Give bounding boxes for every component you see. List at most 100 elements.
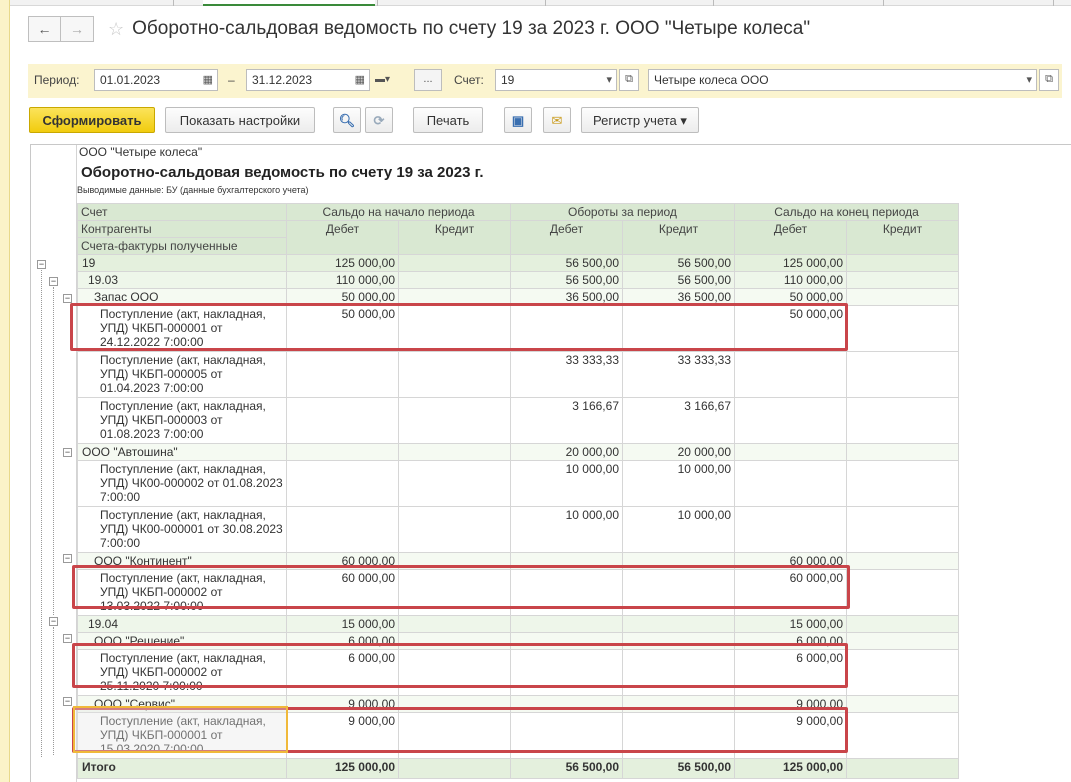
amount-cell-ob-d[interactable]: 15 000,00 <box>286 615 399 633</box>
amount-cell-t-d[interactable] <box>510 695 623 713</box>
amount-cell-t-d[interactable] <box>510 615 623 633</box>
chevron-down-icon[interactable]: ▾ <box>1026 73 1032 86</box>
row-name-cell[interactable]: Поступление (акт, накладная, УПД) ЧК00-0… <box>77 506 287 553</box>
amount-cell-cb-d[interactable]: 9 000,00 <box>734 695 847 713</box>
row-name-cell[interactable]: ООО "Континент" <box>77 552 287 570</box>
amount-cell-cb-c[interactable] <box>846 351 959 398</box>
amount-cell-cb-c[interactable] <box>846 288 959 306</box>
amount-cell-ob-c[interactable] <box>398 254 511 272</box>
amount-cell-ob-d[interactable] <box>286 351 399 398</box>
amount-cell-ob-c[interactable] <box>398 552 511 570</box>
document-row[interactable]: Поступление (акт, накладная, УПД) ЧКБП-0… <box>77 397 959 444</box>
amount-cell-ob-c[interactable] <box>398 695 511 713</box>
amount-cell-cb-d[interactable] <box>734 460 847 507</box>
amount-cell-cb-d[interactable]: 9 000,00 <box>734 712 847 759</box>
amount-cell-cb-c[interactable] <box>846 695 959 713</box>
amount-cell-cb-d[interactable]: 50 000,00 <box>734 288 847 306</box>
group-row[interactable]: 19.04 15 000,00 15 000,00 <box>77 615 959 633</box>
group-row[interactable]: Запас ООО 50 000,00 36 500,00 36 500,00 50 0… <box>77 288 959 306</box>
collapse-icon[interactable]: − <box>63 697 72 706</box>
document-row[interactable]: Поступление (акт, накладная, УПД) ЧКБП-0… <box>77 305 959 352</box>
amount-cell-ob-d[interactable]: 9 000,00 <box>286 712 399 759</box>
collapse-icon[interactable]: − <box>63 554 72 563</box>
amount-cell-cb-d[interactable]: 125 000,00 <box>734 758 847 779</box>
amount-cell-t-d[interactable]: 10 000,00 <box>510 460 623 507</box>
amount-cell-cb-c[interactable] <box>846 271 959 289</box>
amount-cell-t-d[interactable]: 20 000,00 <box>510 443 623 461</box>
row-name-cell[interactable]: 19.03 <box>77 271 287 289</box>
group-row[interactable]: ООО "Решение" 6 000,00 6 000,00 <box>77 632 959 650</box>
document-row[interactable]: Поступление (акт, накладная, УПД) ЧКБП-0… <box>77 712 959 759</box>
amount-cell-cb-d[interactable]: 6 000,00 <box>734 649 847 696</box>
amount-cell-cb-d[interactable]: 50 000,00 <box>734 305 847 352</box>
row-name-cell[interactable]: Поступление (акт, накладная, УПД) ЧК00-0… <box>77 460 287 507</box>
amount-cell-t-d[interactable]: 56 500,00 <box>510 271 623 289</box>
period-menu-icon[interactable]: ▬▾ <box>375 74 390 85</box>
amount-cell-ob-c[interactable] <box>398 271 511 289</box>
amount-cell-t-d[interactable] <box>510 305 623 352</box>
row-name-cell[interactable]: Поступление (акт, накладная, УПД) ЧКБП-0… <box>77 649 287 696</box>
collapse-icon[interactable]: − <box>49 617 58 626</box>
active-tab[interactable] <box>203 0 375 6</box>
group-row[interactable]: 19 125 000,00 56 500,00 56 500,00 125 000,00 <box>77 254 959 272</box>
amount-cell-cb-d[interactable]: 15 000,00 <box>734 615 847 633</box>
amount-cell-ob-d[interactable]: 60 000,00 <box>286 552 399 570</box>
row-name-cell[interactable]: 19 <box>77 254 287 272</box>
amount-cell-t-c[interactable] <box>622 632 735 650</box>
row-name-cell[interactable]: 19.04 <box>77 615 287 633</box>
row-name-cell[interactable]: Поступление (акт, накладная, УПД) ЧКБП-0… <box>77 305 287 352</box>
amount-cell-t-d[interactable]: 3 166,67 <box>510 397 623 444</box>
amount-cell-t-c[interactable]: 33 333,33 <box>622 351 735 398</box>
amount-cell-ob-c[interactable] <box>398 443 511 461</box>
calendar-icon[interactable]: ▦ <box>355 73 365 86</box>
date-to-field[interactable]: 31.12.2023 ▦ <box>246 69 370 91</box>
group-row[interactable]: ООО "Автошина" 20 000,00 20 000,00 <box>77 443 959 461</box>
row-name-cell[interactable]: Поступление (акт, накладная, УПД) ЧКБП-0… <box>77 397 287 444</box>
amount-cell-ob-d[interactable]: 9 000,00 <box>286 695 399 713</box>
amount-cell-ob-d[interactable]: 125 000,00 <box>286 758 399 779</box>
amount-cell-ob-c[interactable] <box>398 615 511 633</box>
amount-cell-cb-d[interactable] <box>734 351 847 398</box>
account-field[interactable]: 19 ▾ <box>495 69 617 91</box>
amount-cell-cb-c[interactable] <box>846 758 959 779</box>
group-row[interactable]: 19.03 110 000,00 56 500,00 56 500,00 110 000… <box>77 271 959 289</box>
document-row[interactable]: Поступление (акт, накладная, УПД) ЧКБП-0… <box>77 351 959 398</box>
amount-cell-t-d[interactable] <box>510 569 623 616</box>
amount-cell-t-c[interactable]: 3 166,67 <box>622 397 735 444</box>
amount-cell-ob-c[interactable] <box>398 460 511 507</box>
amount-cell-cb-c[interactable] <box>846 443 959 461</box>
amount-cell-t-c[interactable] <box>622 552 735 570</box>
amount-cell-ob-c[interactable] <box>398 712 511 759</box>
row-name-cell[interactable]: Поступление (акт, накладная, УПД) ЧКБП-0… <box>77 351 287 398</box>
forward-button[interactable]: → <box>61 16 94 42</box>
amount-cell-ob-d[interactable]: 50 000,00 <box>286 305 399 352</box>
show-settings-button[interactable]: Показать настройки <box>165 107 315 133</box>
document-row[interactable]: Поступление (акт, накладная, УПД) ЧК00-0… <box>77 506 959 553</box>
amount-cell-t-d[interactable]: 56 500,00 <box>510 758 623 779</box>
group-row[interactable]: ООО "Сервис" 9 000,00 9 000,00 <box>77 695 959 713</box>
amount-cell-ob-c[interactable] <box>398 632 511 650</box>
amount-cell-cb-d[interactable] <box>734 506 847 553</box>
amount-cell-ob-d[interactable] <box>286 460 399 507</box>
email-button[interactable]: ✉ <box>543 107 571 133</box>
amount-cell-ob-c[interactable] <box>398 649 511 696</box>
amount-cell-ob-c[interactable] <box>398 569 511 616</box>
amount-cell-ob-c[interactable] <box>398 758 511 779</box>
amount-cell-t-d[interactable]: 10 000,00 <box>510 506 623 553</box>
amount-cell-t-c[interactable]: 56 500,00 <box>622 254 735 272</box>
back-button[interactable]: ← <box>28 16 61 42</box>
collapse-icon[interactable]: − <box>63 294 72 303</box>
amount-cell-ob-d[interactable] <box>286 506 399 553</box>
amount-cell-t-c[interactable] <box>622 712 735 759</box>
amount-cell-cb-c[interactable] <box>846 649 959 696</box>
amount-cell-ob-d[interactable]: 50 000,00 <box>286 288 399 306</box>
amount-cell-t-c[interactable]: 36 500,00 <box>622 288 735 306</box>
amount-cell-cb-c[interactable] <box>846 254 959 272</box>
save-button[interactable]: ▣ <box>504 107 532 133</box>
amount-cell-cb-d[interactable]: 60 000,00 <box>734 552 847 570</box>
row-name-cell[interactable]: Поступление (акт, накладная, УПД) ЧКБП-0… <box>77 712 287 759</box>
collapse-icon[interactable]: − <box>49 277 58 286</box>
print-button[interactable]: Печать <box>413 107 483 133</box>
amount-cell-ob-c[interactable] <box>398 506 511 553</box>
account-open-button[interactable]: ⧉ <box>619 69 639 91</box>
